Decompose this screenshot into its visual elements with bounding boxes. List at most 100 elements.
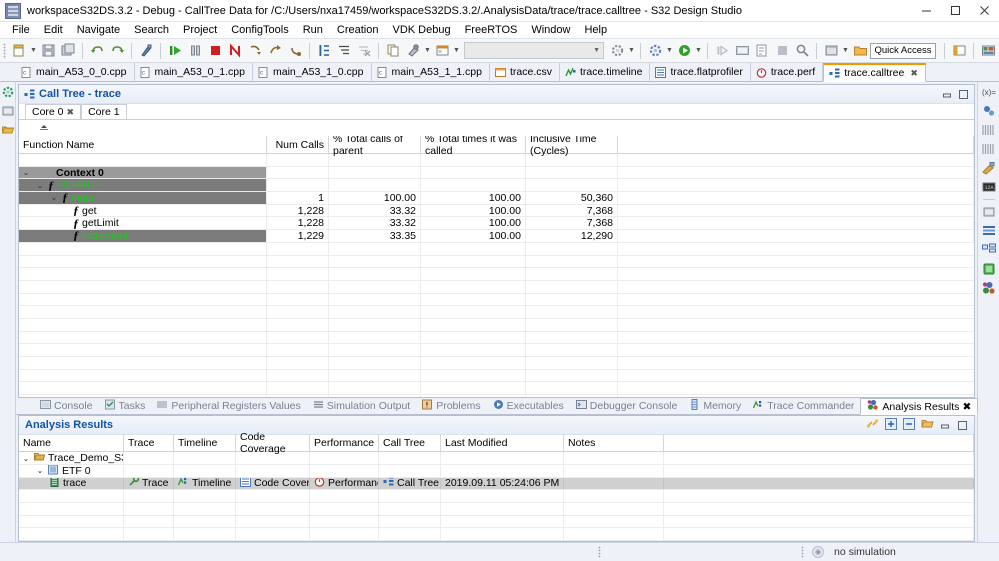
menu-edit[interactable]: Edit [37, 22, 70, 39]
bottom-tab-executables[interactable]: Executables [487, 398, 570, 414]
stop-icon[interactable] [772, 41, 792, 61]
external-tools-dropdown-icon[interactable]: ▼ [665, 41, 674, 61]
menu-window[interactable]: Window [524, 22, 577, 39]
bottom-tab-console[interactable]: Console [34, 398, 99, 414]
menu-file[interactable]: File [5, 22, 37, 39]
toolbar-grip[interactable] [3, 42, 6, 59]
redo-icon[interactable] [107, 41, 127, 61]
run-dropdown-icon[interactable]: ▼ [694, 41, 703, 61]
editor-tab-main-a53-0-0[interactable]: c main_A53_0_0.cpp [16, 63, 135, 81]
terminate-icon[interactable] [205, 41, 225, 61]
maximize-view-icon[interactable] [958, 89, 969, 100]
column-header-name[interactable]: Name [19, 435, 124, 452]
menu-freertos[interactable]: FreeRTOS [458, 22, 525, 39]
column-header-notes[interactable]: Notes [564, 435, 664, 452]
link-icon[interactable] [866, 417, 879, 433]
debug-config-icon[interactable] [403, 41, 423, 61]
table-row[interactable]: ƒ getLimit 1,228 33.32 100.00 7,368 [19, 217, 974, 231]
minimize-view-icon[interactable] [942, 89, 953, 100]
editor-tab-trace-flatprofiler[interactable]: trace.flatprofiler [650, 63, 751, 81]
column-header-inclusive-time[interactable]: Inclusive Time (Cycles) [526, 136, 618, 157]
disassembly-view-icon[interactable] [981, 161, 996, 175]
column-header-pct-total-calls-of-parent[interactable]: % Total calls of parent [329, 136, 421, 157]
maximize-view-icon[interactable] [957, 420, 968, 431]
table-row[interactable]: ⌄ ƒ <START> [19, 179, 974, 193]
menu-search[interactable]: Search [127, 22, 176, 39]
console-rail-icon[interactable] [982, 205, 996, 219]
step-over-icon[interactable] [265, 41, 285, 61]
core-tab-core-1[interactable]: Core 1 [81, 104, 127, 119]
table-row[interactable]: ⌄ ETF 0 [19, 464, 974, 478]
close-icon[interactable]: ✖ [67, 105, 75, 120]
variables-view-icon[interactable]: (x)= [982, 85, 996, 99]
snapshot-icon[interactable] [732, 41, 752, 61]
column-header-call-tree[interactable]: Call Tree [379, 435, 441, 452]
resource-perspective-icon[interactable] [978, 41, 998, 61]
save-icon[interactable] [38, 41, 58, 61]
toggle-icon[interactable] [752, 41, 772, 61]
table-row[interactable]: ƒ increment 1,229 33.35 100.00 12,290 [19, 230, 974, 243]
console-view-icon[interactable] [821, 41, 841, 61]
close-icon[interactable]: ✖ [962, 401, 971, 413]
menu-creation[interactable]: Creation [330, 22, 386, 39]
table-row[interactable]: ⌄ Context 0 [19, 166, 974, 180]
peripherals-view-icon[interactable] [981, 142, 996, 156]
undo-icon[interactable] [87, 41, 107, 61]
bottom-tab-problems[interactable]: Problems [416, 398, 486, 414]
layout-dropdown-icon[interactable]: ▼ [452, 41, 461, 61]
editor-tab-trace-perf[interactable]: trace.perf [751, 63, 824, 81]
play-step-icon[interactable] [712, 41, 732, 61]
run-config-dropdown-icon[interactable]: ▼ [627, 41, 636, 61]
console-dropdown-icon[interactable]: ▼ [841, 41, 850, 61]
menu-navigate[interactable]: Navigate [70, 22, 127, 39]
table-row[interactable]: ƒ get 1,228 33.32 100.00 7,368 [19, 204, 974, 218]
column-header-function-name[interactable]: Function Name [19, 136, 267, 153]
launch-config-combo[interactable]: ▼ [464, 42, 604, 59]
editor-tab-main-a53-0-1[interactable]: c main_A53_0_1.cpp [135, 63, 253, 81]
suspend-icon[interactable] [185, 41, 205, 61]
column-header-trace[interactable]: Trace [124, 435, 174, 452]
column-header-last-modified[interactable]: Last Modified [441, 435, 564, 452]
bottom-tab-simulation-output[interactable]: Simulation Output [307, 398, 416, 414]
outline-view-icon[interactable] [982, 224, 996, 238]
expand-twisty-icon[interactable]: ⌄ [35, 466, 45, 475]
minimize-button[interactable] [912, 0, 941, 22]
disconnect-icon[interactable] [225, 41, 245, 61]
table-row[interactable]: trace Trace Timeline Code Cover Performa… [19, 477, 974, 491]
bottom-tab-debugger-console[interactable]: Debugger Console [570, 398, 684, 414]
expand-twisty-icon[interactable]: ⌄ [35, 181, 45, 190]
step-return-icon[interactable] [285, 41, 305, 61]
layout-icon[interactable] [432, 41, 452, 61]
sort-marker-icon[interactable] [39, 122, 53, 134]
debug-config-dropdown-icon[interactable]: ▼ [423, 41, 432, 61]
menu-help[interactable]: Help [577, 22, 614, 39]
column-header-performance[interactable]: Performance [310, 435, 379, 452]
editor-tab-trace-calltree[interactable]: trace.calltree ✖ [823, 63, 926, 82]
bottom-tab-memory[interactable]: Memory [683, 398, 747, 414]
step-into-icon[interactable] [245, 41, 265, 61]
menu-configtools[interactable]: ConfigTools [224, 22, 295, 39]
column-header-timeline[interactable]: Timeline [174, 435, 236, 452]
analysis-results-rail-icon[interactable] [982, 281, 996, 295]
column-header-pct-total-times-called[interactable]: % Total times it was called [421, 136, 526, 157]
column-header-num-calls[interactable]: Num Calls [267, 136, 329, 153]
expand-twisty-icon[interactable]: ⌄ [21, 454, 31, 463]
collapse-all-icon[interactable] [903, 417, 915, 433]
settings-perspective-icon[interactable] [1, 85, 15, 99]
new-file-dropdown-icon[interactable]: ▼ [29, 41, 38, 61]
menu-vdk-debug[interactable]: VDK Debug [385, 22, 457, 39]
project-explorer-icon[interactable] [1, 123, 15, 137]
open-project-icon[interactable] [850, 41, 870, 61]
copy-icon[interactable] [383, 41, 403, 61]
core-tab-core-0[interactable]: Core 0 ✖ [25, 104, 82, 120]
menu-project[interactable]: Project [176, 22, 224, 39]
expand-twisty-icon[interactable]: ⌄ [49, 193, 59, 202]
maximize-button[interactable] [941, 0, 970, 22]
breakpoints-view-icon[interactable] [982, 104, 996, 118]
bottom-tab-tasks[interactable]: Tasks [99, 398, 152, 414]
editor-tab-main-a53-1-0[interactable]: c main_A53_1_0.cpp [253, 63, 372, 81]
instruction-stepping-icon[interactable] [314, 41, 334, 61]
bottom-tab-analysis-results[interactable]: Analysis Results ✖ [860, 398, 979, 416]
remove-all-terminated-icon[interactable] [354, 41, 374, 61]
search-icon[interactable] [792, 41, 812, 61]
